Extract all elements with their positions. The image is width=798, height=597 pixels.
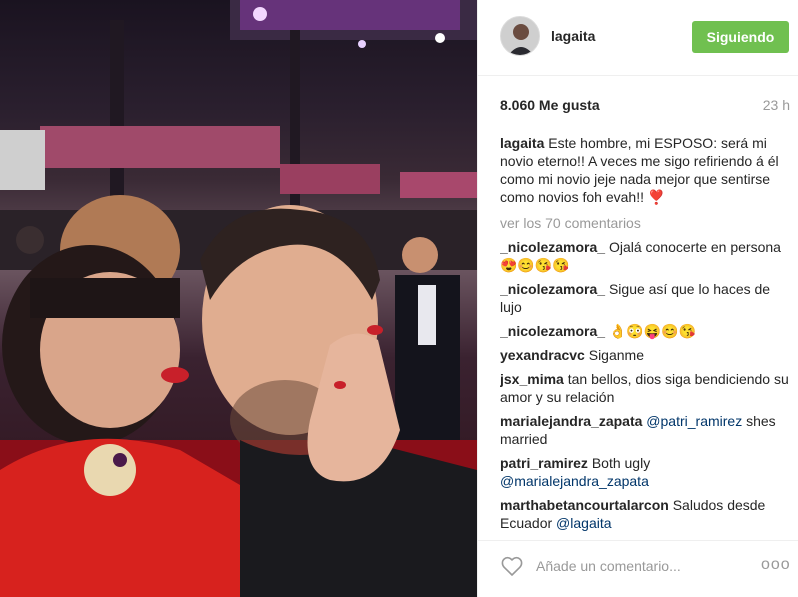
comment-username[interactable]: _nicolezamora_ xyxy=(500,323,605,339)
comment-username[interactable]: yexandracvc xyxy=(500,347,585,363)
view-all-comments-link[interactable]: ver los 70 comentarios xyxy=(500,214,790,232)
list-item: _nicolezamora_ Ojalá conocerte en person… xyxy=(500,238,790,274)
comment-text: Siganme xyxy=(588,347,644,363)
post-username[interactable]: lagaita xyxy=(551,28,595,44)
comment-text: Both ugly xyxy=(591,455,651,471)
comments-list[interactable]: lagaita Este hombre, mi ESPOSO: será mi … xyxy=(500,134,790,538)
likes-row: 8.060 Me gusta 23 h xyxy=(500,97,790,117)
list-item: patri_ramirez Both ugly @marialejandra_z… xyxy=(500,454,790,490)
list-item: marthabetancourtalarcon Saludos desde Ec… xyxy=(500,496,790,532)
post-details-panel: lagaita Siguiendo 8.060 Me gusta 23 h la… xyxy=(477,0,798,597)
comment-footer: ooo xyxy=(478,540,798,597)
list-item: _nicolezamora_ Sigue así que lo haces de… xyxy=(500,280,790,316)
list-item: marialejandra_zapata @patri_ramirez shes… xyxy=(500,412,790,448)
comment-username[interactable]: patri_ramirez xyxy=(500,455,588,471)
comment-mention[interactable]: @lagaita xyxy=(556,515,611,531)
comment-username[interactable]: jsx_mima xyxy=(500,371,564,387)
following-button[interactable]: Siguiendo xyxy=(692,21,789,53)
list-item: yexandracvc Siganme xyxy=(500,346,790,364)
caption-username[interactable]: lagaita xyxy=(500,135,544,151)
post-header: lagaita Siguiendo xyxy=(478,0,798,76)
likes-count[interactable]: 8.060 Me gusta xyxy=(500,97,600,113)
avatar[interactable] xyxy=(500,16,540,56)
comment-username[interactable]: _nicolezamora_ xyxy=(500,239,605,255)
comment-input[interactable] xyxy=(536,554,746,578)
photo-illustration xyxy=(0,0,477,597)
list-item: jsx_mima tan bellos, dios siga bendicien… xyxy=(500,370,790,406)
comment-username[interactable]: _nicolezamora_ xyxy=(500,281,605,297)
avatar-image xyxy=(501,17,539,55)
comment-username[interactable]: marialejandra_zapata xyxy=(500,413,642,429)
list-item: _nicolezamora_ 👌😳😝😊😘 xyxy=(500,322,790,340)
heart-icon[interactable] xyxy=(500,554,524,578)
comment-mention[interactable]: @patri_ramirez xyxy=(646,413,742,429)
caption: lagaita Este hombre, mi ESPOSO: será mi … xyxy=(500,134,790,206)
more-options-icon[interactable]: ooo xyxy=(761,553,791,577)
post-photo[interactable] xyxy=(0,0,477,597)
comment-username[interactable]: marthabetancourtalarcon xyxy=(500,497,669,513)
post-timestamp[interactable]: 23 h xyxy=(763,97,790,113)
comment-mention[interactable]: @marialejandra_zapata xyxy=(500,473,649,489)
comment-text: 👌😳😝😊😘 xyxy=(608,323,697,339)
